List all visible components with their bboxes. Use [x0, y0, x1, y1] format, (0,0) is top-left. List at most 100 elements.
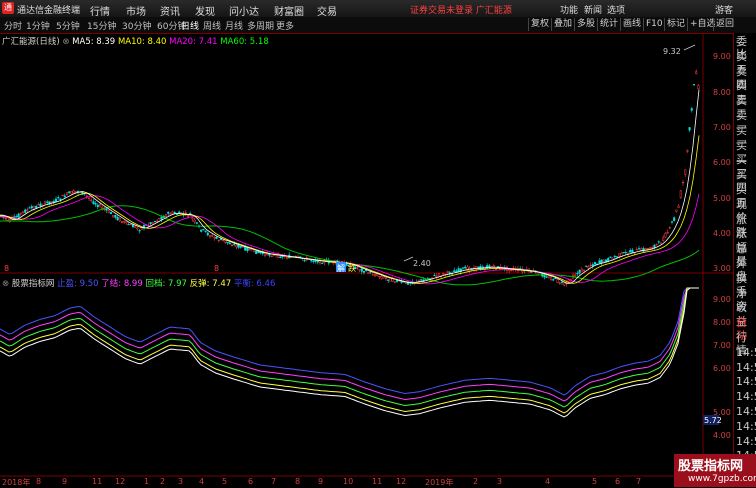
candle-body [510, 269, 513, 272]
candle-body [279, 256, 282, 258]
mark-button[interactable]: 标记 [664, 18, 687, 31]
sidebar-item[interactable]: 14:5 [736, 405, 756, 418]
period-1min[interactable]: 1分钟 [26, 19, 50, 32]
candle-body [35, 206, 38, 209]
indicator-line [0, 287, 699, 402]
candle-body [631, 249, 634, 254]
sidebar-item[interactable]: 14:5 [736, 390, 756, 403]
period-5min[interactable]: 5分钟 [56, 19, 80, 32]
y-tick: 3.00 [713, 264, 731, 273]
period-15min[interactable]: 15分钟 [87, 19, 116, 32]
menu-function[interactable]: 功能 [560, 3, 578, 16]
candle-body [43, 201, 47, 205]
period-monthly[interactable]: 月线 [225, 19, 243, 32]
menu-discover[interactable]: 发现 [195, 3, 215, 18]
period-multi[interactable]: 多周期 [247, 19, 274, 32]
x-tick: 11 [372, 477, 383, 486]
menu-ask[interactable]: 问小达 [229, 3, 259, 18]
candle-body [200, 229, 203, 232]
stats-button[interactable]: 统计 [597, 18, 620, 31]
sidebar-item[interactable]: 14:5 [736, 361, 756, 374]
candle-body [248, 249, 251, 251]
candle-body [19, 212, 22, 215]
candle-body [679, 190, 682, 198]
candle-body [226, 241, 229, 244]
y-tick: 8.00 [713, 88, 731, 97]
menu-news-right[interactable]: 新闻 [584, 3, 602, 16]
menu-market[interactable]: 市场 [126, 3, 146, 18]
sidebar-item[interactable]: 14:5 [736, 420, 756, 433]
candle-body [6, 217, 9, 221]
adjust-button[interactable]: 复权 [528, 18, 551, 31]
candle-body [158, 217, 161, 220]
candle-body [442, 272, 445, 275]
multi-stock-button[interactable]: 多股 [574, 18, 597, 31]
candle-body [437, 273, 440, 276]
candle-body [373, 274, 377, 277]
x-tick: 4 [545, 477, 551, 486]
period-30min[interactable]: 30分钟 [122, 19, 151, 32]
menu-news[interactable]: 资讯 [160, 3, 180, 18]
candle-body [4, 217, 7, 219]
candle-body [376, 273, 379, 276]
login-status[interactable]: 证券交易未登录 广汇能源 [410, 3, 512, 16]
candle-body [635, 249, 638, 251]
candle-body [116, 217, 119, 220]
candle-body [453, 270, 456, 272]
candle-body [233, 243, 236, 245]
candle-body [228, 242, 231, 245]
user-guest[interactable]: 游客 [715, 3, 733, 16]
period-more[interactable]: 更多 [276, 19, 294, 32]
menu-options[interactable]: 选项 [607, 3, 625, 16]
sidebar-item[interactable]: 14:5 [736, 375, 756, 388]
menu-trade[interactable]: 交易 [317, 3, 337, 18]
candle-body [109, 212, 113, 215]
signal-text: 跌 [348, 263, 356, 273]
period-tick[interactable]: 分时 [4, 19, 22, 32]
candle-body [202, 229, 205, 231]
candle-body [94, 203, 97, 205]
x-tick: 8 [295, 477, 301, 486]
candle-body [211, 235, 214, 237]
candle-body [70, 191, 73, 195]
sidebar-item[interactable]: 14:5 [736, 435, 756, 448]
candle-body [666, 232, 669, 234]
candle-body [554, 277, 557, 280]
period-daily[interactable]: 日线 [181, 19, 199, 32]
menu-bar: 通 通达信金融终端 行情 市场 资讯 发现 问小达 财富圈 交易 证券交易未登录… [0, 0, 756, 18]
candle-body [74, 191, 77, 193]
y-tick: 8.00 [713, 318, 731, 327]
menu-wealth[interactable]: 财富圈 [274, 3, 304, 18]
candle-body [186, 215, 190, 217]
candle-body [87, 197, 91, 199]
candle-body [131, 224, 135, 228]
candle-body [321, 262, 324, 264]
sidebar-item[interactable]: 14:5 [736, 346, 756, 359]
candle-body [24, 209, 27, 213]
x-tick: 8 [36, 477, 42, 486]
candle-body [314, 260, 317, 262]
overlay-button[interactable]: 叠加 [551, 18, 574, 31]
indicator-line [0, 287, 699, 418]
chart-area[interactable]: 9.32 2.40 8 8 解 跌 5.72 [0, 33, 733, 487]
candle-body [382, 276, 385, 279]
draw-line-button[interactable]: 画线 [620, 18, 643, 31]
period-weekly[interactable]: 周线 [203, 19, 221, 32]
candle-body [39, 203, 42, 207]
candle-body [59, 198, 62, 200]
candle-body [125, 221, 128, 224]
candle-body [602, 259, 605, 262]
candle-body [637, 248, 641, 250]
candle-body [151, 222, 154, 225]
f10-button[interactable]: F10 [643, 18, 665, 31]
candle-body [567, 279, 570, 282]
menu-market-quotes[interactable]: 行情 [90, 3, 110, 18]
candle-body [299, 256, 302, 258]
candle-body [640, 248, 643, 251]
candle-body [195, 222, 198, 224]
back-button[interactable]: 返回 [713, 18, 736, 31]
candle-body [380, 276, 383, 279]
candle-body [17, 213, 20, 218]
y-tick: 6.00 [713, 364, 731, 373]
candle-body [576, 272, 579, 275]
